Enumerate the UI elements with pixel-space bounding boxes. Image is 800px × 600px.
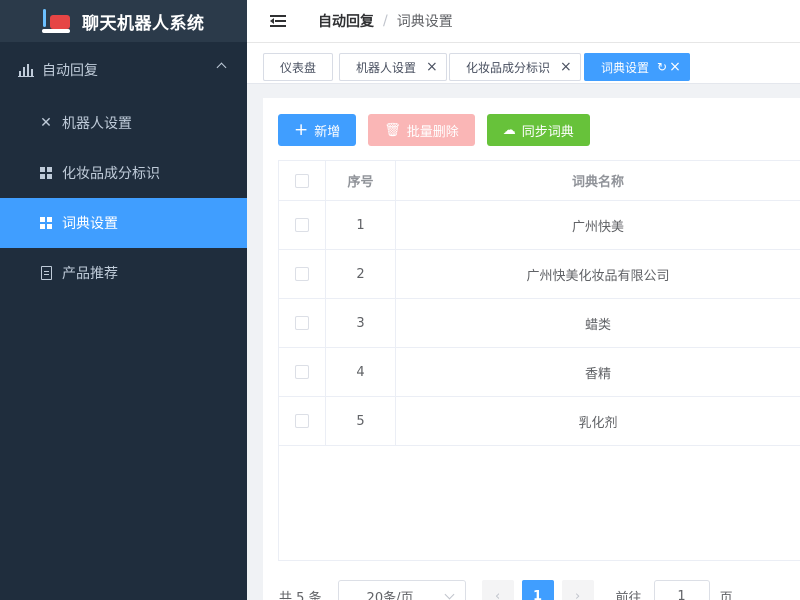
tag-dictionary-settings[interactable]: 词典设置 ↻ × <box>584 53 690 81</box>
sidebar-item-label: 产品推荐 <box>62 266 118 282</box>
goto-label: 前往 <box>615 590 642 600</box>
tag-label: 机器人设置 <box>356 60 417 75</box>
row-name: 广州快美化妆品有限公司 <box>526 268 670 284</box>
batch-delete-button[interactable]: 🗑 批量删除 <box>368 114 475 146</box>
close-icon[interactable]: × <box>669 59 681 75</box>
header-index: 序号 <box>326 161 396 200</box>
batch-delete-label: 批量删除 <box>406 124 459 140</box>
select-all-checkbox[interactable] <box>295 173 309 188</box>
add-button[interactable]: + 新增 <box>278 114 357 146</box>
trash-icon: 🗑 <box>384 122 401 138</box>
row-index: 3 <box>326 299 396 347</box>
main-card: + 新增 🗑 批量删除 ☁ 同步词典 序号 词典名称 1 广州快美 2 广州快美… <box>263 98 800 600</box>
breadcrumb: 自动回复 / 词典设置 <box>318 11 453 31</box>
row-checkbox[interactable] <box>295 414 309 428</box>
close-icon[interactable]: × <box>560 59 572 75</box>
top-header: 自动回复 / 词典设置 <box>247 0 800 42</box>
cloud-icon: ☁ <box>502 122 516 138</box>
row-name: 香精 <box>584 366 611 382</box>
row-checkbox-cell <box>279 348 326 396</box>
sidebar-item-label: 化妆品成分标识 <box>62 166 160 182</box>
prev-page-button[interactable]: ‹ <box>481 580 514 600</box>
row-index: 2 <box>326 250 396 298</box>
row-checkbox[interactable] <box>295 218 309 232</box>
dictionary-table: 序号 词典名称 1 广州快美 2 广州快美化妆品有限公司 3 蜡类 4 香精 5… <box>278 160 800 561</box>
table-row[interactable]: 1 广州快美 <box>279 201 800 250</box>
sidebar-menu: 自动回复 ✕ 机器人设置 化妆品成分标识 词典设置 产品推荐 <box>0 42 247 298</box>
tags-view: 仪表盘 机器人设置 × 化妆品成分标识 × 词典设置 ↻ × <box>247 42 800 84</box>
tag-label: 仪表盘 <box>280 60 317 75</box>
row-checkbox[interactable] <box>295 267 309 281</box>
pagination: 共 5 条 20条/页 ‹ 1 › 前往 1 页 <box>279 580 733 600</box>
chevron-left-icon: ‹ <box>494 588 501 600</box>
tag-cosmetic-ingredients[interactable]: 化妆品成分标识 × <box>449 53 581 81</box>
sidebar-group-auto-reply[interactable]: 自动回复 <box>0 42 247 98</box>
table-row[interactable]: 4 香精 <box>279 348 800 397</box>
toolbar: + 新增 🗑 批量删除 ☁ 同步词典 <box>278 114 590 146</box>
grid-icon <box>38 215 54 231</box>
page-unit-label: 页 <box>719 590 733 600</box>
plus-icon: + <box>294 119 309 140</box>
row-name: 乳化剂 <box>578 415 618 431</box>
row-checkbox[interactable] <box>295 316 309 330</box>
sidebar-group-label: 自动回复 <box>42 63 98 79</box>
row-name: 广州快美 <box>571 219 624 235</box>
table-row[interactable]: 2 广州快美化妆品有限公司 <box>279 250 800 299</box>
row-index: 1 <box>326 201 396 249</box>
refresh-icon[interactable]: ↻ <box>657 60 667 74</box>
collapse-menu-icon[interactable] <box>270 15 286 27</box>
logo-area: 聊天机器人系统 <box>0 0 247 42</box>
sync-dictionary-button[interactable]: ☁ 同步词典 <box>486 114 590 146</box>
sidebar-item-dictionary-settings[interactable]: 词典设置 <box>0 198 247 248</box>
robot-logo-icon <box>40 7 72 35</box>
next-page-button[interactable]: › <box>561 580 594 600</box>
header-checkbox-cell <box>279 161 326 200</box>
row-checkbox-cell <box>279 250 326 298</box>
row-checkbox-cell <box>279 299 326 347</box>
page-size-value: 20条/页 <box>366 590 414 600</box>
close-icon[interactable]: × <box>426 59 438 75</box>
table-row[interactable]: 5 乳化剂 <box>279 397 800 446</box>
pagination-total: 共 5 条 <box>279 590 322 600</box>
sidebar-item-robot-settings[interactable]: ✕ 机器人设置 <box>0 98 247 148</box>
goto-page-input[interactable]: 1 <box>653 580 710 600</box>
sidebar-item-label: 机器人设置 <box>62 116 132 132</box>
app-title: 聊天机器人系统 <box>82 13 205 34</box>
row-name: 蜡类 <box>584 317 611 333</box>
page-number-button[interactable]: 1 <box>521 580 554 600</box>
tools-icon: ✕ <box>40 115 52 131</box>
sidebar-item-product-recommend[interactable]: 产品推荐 <box>0 248 247 298</box>
header-name: 词典名称 <box>571 175 624 190</box>
table-header: 序号 词典名称 <box>279 161 800 201</box>
breadcrumb-current: 词典设置 <box>396 14 453 30</box>
chevron-up-icon <box>216 62 227 73</box>
row-checkbox-cell <box>279 201 326 249</box>
tag-robot-settings[interactable]: 机器人设置 × <box>339 53 447 81</box>
row-index: 5 <box>326 397 396 445</box>
sidebar: 聊天机器人系统 自动回复 ✕ 机器人设置 化妆品成分标识 词典设置 产品推荐 <box>0 0 247 600</box>
tag-label: 词典设置 <box>601 60 650 75</box>
bar-chart-icon <box>18 62 34 78</box>
row-checkbox[interactable] <box>295 365 309 379</box>
tag-label: 化妆品成分标识 <box>466 60 551 75</box>
chevron-right-icon: › <box>574 588 581 600</box>
add-button-label: 新增 <box>314 124 341 140</box>
row-checkbox-cell <box>279 397 326 445</box>
document-icon <box>38 265 54 281</box>
breadcrumb-separator: / <box>383 13 388 29</box>
grid-icon <box>38 165 54 181</box>
sidebar-item-cosmetic-ingredients[interactable]: 化妆品成分标识 <box>0 148 247 198</box>
breadcrumb-parent[interactable]: 自动回复 <box>318 11 374 31</box>
tag-dashboard[interactable]: 仪表盘 <box>263 53 334 81</box>
row-index: 4 <box>326 348 396 396</box>
sidebar-item-label: 词典设置 <box>62 216 118 232</box>
chevron-down-icon <box>444 589 454 600</box>
table-row[interactable]: 3 蜡类 <box>279 299 800 348</box>
page-size-select[interactable]: 20条/页 <box>337 580 466 600</box>
sync-dictionary-label: 同步词典 <box>521 124 574 140</box>
